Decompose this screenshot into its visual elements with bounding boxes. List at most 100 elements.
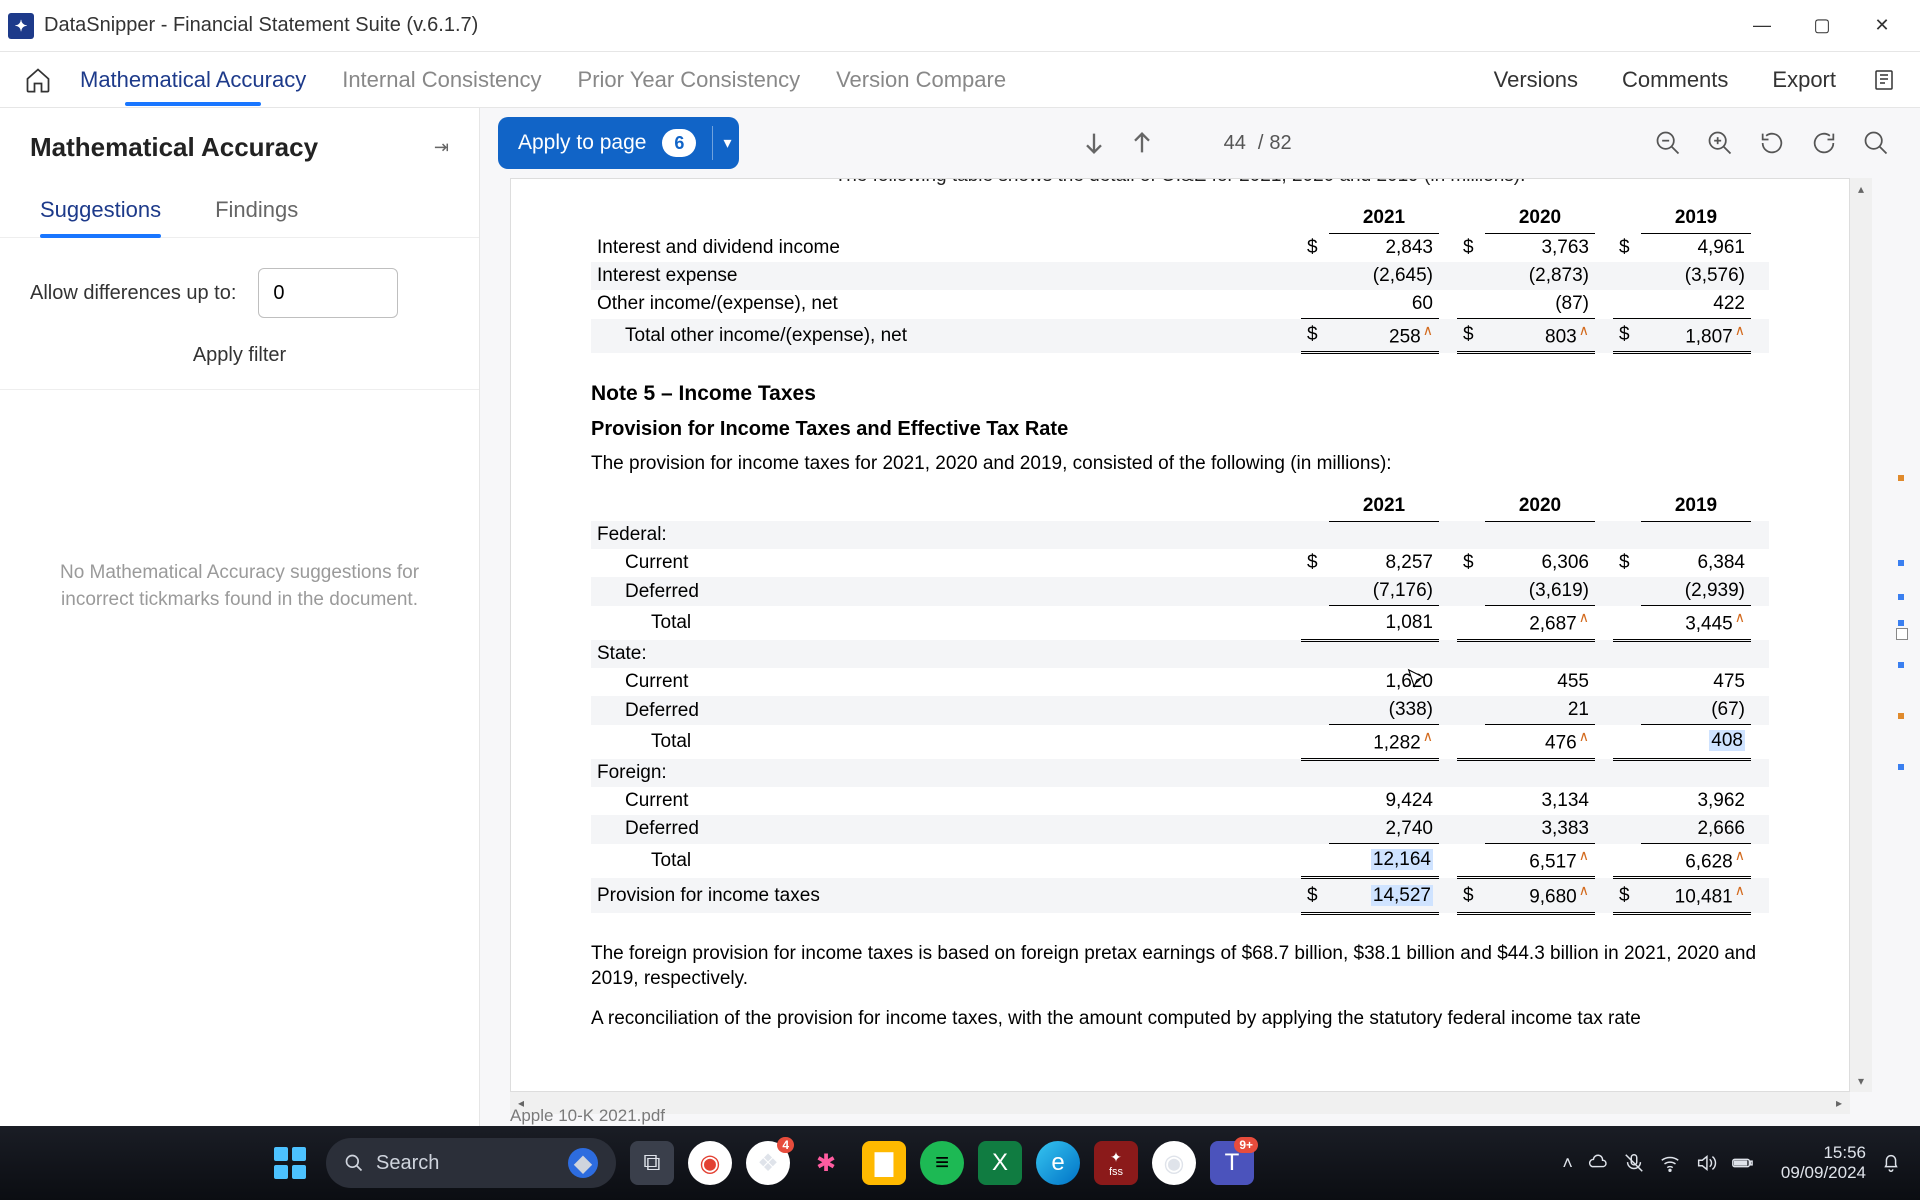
document-page[interactable]: The following table shows the detail of … (510, 178, 1850, 1092)
page-separator: / (1258, 132, 1264, 155)
apply-to-page-label: Apply to page (518, 131, 646, 155)
copilot-icon[interactable]: ◆ (568, 1148, 598, 1178)
table-row: Total 1,282∧ 476∧ 408 (591, 725, 1769, 759)
table-row: Total 1,081 2,687∧ 3,445∧ (591, 606, 1769, 640)
scroll-up-button[interactable]: ▴ (1850, 178, 1872, 200)
tickmark-icon: ∧ (1423, 322, 1433, 338)
window-title: DataSnipper - Financial Statement Suite … (44, 14, 478, 37)
tickmark-icon: ∧ (1579, 728, 1589, 744)
taskbar-search[interactable]: Search ◆ (326, 1138, 616, 1188)
table-row: Current 9,424 3,134 3,962 (591, 787, 1769, 815)
spotify-icon[interactable]: ≡ (920, 1141, 964, 1185)
horizontal-scrollbar[interactable]: ◂ ▸ (510, 1092, 1850, 1114)
tab-internal-consistency[interactable]: Internal Consistency (342, 55, 541, 105)
provision-intro: The provision for income taxes for 2021,… (591, 451, 1769, 477)
prev-match-icon[interactable] (1128, 129, 1156, 157)
tickmark-icon: ∧ (1579, 322, 1589, 338)
empty-suggestions-message: No Mathematical Accuracy suggestions for… (0, 390, 479, 783)
income-tax-table: 2021 2020 2019 Federal: Current $8,257 $… (591, 491, 1769, 915)
rotate-right-icon[interactable] (1810, 129, 1838, 157)
page-total: 82 (1269, 132, 1291, 155)
search-placeholder: Search (376, 1152, 439, 1175)
table-row: Total 12,164 6,517∧ 6,628∧ (591, 844, 1769, 878)
system-clock[interactable]: 15:56 09/09/2024 (1781, 1143, 1866, 1182)
tickmark-icon: ∧ (1579, 882, 1589, 898)
page-current[interactable]: 44 (1196, 132, 1252, 155)
tickmark-icon: ∧ (1735, 322, 1745, 338)
panel-title: Mathematical Accuracy (30, 132, 318, 163)
chrome-icon[interactable]: ◉ (688, 1141, 732, 1185)
datasnipper-tray-icon[interactable]: ✦fss (1094, 1141, 1138, 1185)
filter-label: Allow differences up to: (30, 282, 236, 305)
rotate-left-icon[interactable] (1758, 129, 1786, 157)
search-icon (344, 1153, 364, 1173)
mic-muted-icon[interactable] (1623, 1152, 1645, 1174)
notifications-icon[interactable] (1880, 1152, 1902, 1174)
start-button[interactable] (268, 1141, 312, 1185)
oi-and-e-table: 2021 2020 2019 Interest and dividend inc… (591, 203, 1769, 354)
subtab-suggestions[interactable]: Suggestions (40, 183, 161, 237)
export-button[interactable]: Export (1772, 67, 1836, 93)
comments-button[interactable]: Comments (1622, 67, 1728, 93)
table-row: Interest and dividend income $2,843 $3,7… (591, 234, 1769, 263)
versions-button[interactable]: Versions (1494, 67, 1578, 93)
save-icon[interactable] (1872, 68, 1896, 92)
figma-icon[interactable]: ✱ (804, 1141, 848, 1185)
excel-icon[interactable]: X (978, 1141, 1022, 1185)
next-match-icon[interactable] (1080, 129, 1108, 157)
tab-version-compare[interactable]: Version Compare (836, 55, 1006, 105)
minimap[interactable] (1880, 238, 1914, 1086)
edge-icon[interactable]: e (1036, 1141, 1080, 1185)
table-row: Deferred (338) 21 (67) (591, 696, 1769, 725)
oi-intro-truncated: The following table shows the detail of … (591, 178, 1769, 187)
task-view-icon[interactable]: ⧉ (630, 1141, 674, 1185)
apply-count-badge: 6 (662, 129, 696, 157)
apply-filter-button[interactable]: Apply filter (0, 330, 479, 390)
battery-icon[interactable] (1731, 1152, 1753, 1174)
panel-collapse-button[interactable]: ⇥ (434, 137, 449, 158)
chevron-down-icon[interactable]: ▾ (723, 133, 731, 153)
table-row: Provision for income taxes $14,527 $9,68… (591, 878, 1769, 913)
teams-icon[interactable]: T9+ (1210, 1141, 1254, 1185)
tab-mathematical-accuracy[interactable]: Mathematical Accuracy (80, 55, 306, 105)
tickmark-icon: ∧ (1735, 847, 1745, 863)
maximize-button[interactable]: ▢ (1792, 3, 1852, 49)
scroll-down-button[interactable]: ▾ (1850, 1070, 1872, 1092)
tickmark-icon: ∧ (1423, 728, 1433, 744)
close-button[interactable]: ✕ (1852, 3, 1912, 49)
chrome-alt-icon[interactable]: ◉ (1152, 1141, 1196, 1185)
apply-to-page-button[interactable]: Apply to page 6 ▾ (498, 117, 739, 169)
meet-icon[interactable]: ❖4 (746, 1141, 790, 1185)
reconciliation-paragraph-truncated: A reconciliation of the provision for in… (591, 1006, 1769, 1032)
app-logo: ✦ (8, 13, 34, 39)
vertical-scrollbar[interactable]: ▴ ▾ (1850, 178, 1872, 1092)
tab-prior-year-consistency[interactable]: Prior Year Consistency (578, 55, 801, 105)
tray-expand-icon[interactable]: ˄ (1562, 1153, 1573, 1174)
onedrive-icon[interactable] (1587, 1152, 1609, 1174)
tolerance-input[interactable] (258, 268, 398, 318)
document-filename: Apple 10-K 2021.pdf (510, 1102, 665, 1126)
zoom-in-icon[interactable] (1706, 129, 1734, 157)
scroll-right-button[interactable]: ▸ (1828, 1092, 1850, 1114)
foreign-provision-paragraph: The foreign provision for income taxes i… (591, 941, 1769, 992)
search-doc-icon[interactable] (1862, 129, 1890, 157)
wifi-icon[interactable] (1659, 1152, 1681, 1174)
table-row: Total other income/(expense), net $258∧ … (591, 319, 1769, 353)
table-row: Other income/(expense), net 60 (87) 422 (591, 290, 1769, 319)
minimize-button[interactable]: — (1732, 3, 1792, 49)
zoom-out-icon[interactable] (1654, 129, 1682, 157)
subtab-findings[interactable]: Findings (215, 183, 298, 237)
table-row: Interest expense (2,645) (2,873) (3,576) (591, 262, 1769, 290)
tickmark-icon: ∧ (1579, 609, 1589, 625)
table-row: Current $8,257 $6,306 $6,384 (591, 549, 1769, 577)
note-5-heading: Note 5 – Income Taxes (591, 382, 1769, 406)
table-row: Deferred 2,740 3,383 2,666 (591, 815, 1769, 844)
tickmark-icon: ∧ (1735, 882, 1745, 898)
tickmark-icon: ∧ (1735, 609, 1745, 625)
table-row: Deferred (7,176) (3,619) (2,939) (591, 577, 1769, 606)
tickmark-icon: ∧ (1579, 847, 1589, 863)
file-explorer-icon[interactable]: ▇ (862, 1141, 906, 1185)
table-row: Current 1,620 455 475 (591, 668, 1769, 696)
home-icon[interactable] (24, 66, 52, 94)
volume-icon[interactable] (1695, 1152, 1717, 1174)
